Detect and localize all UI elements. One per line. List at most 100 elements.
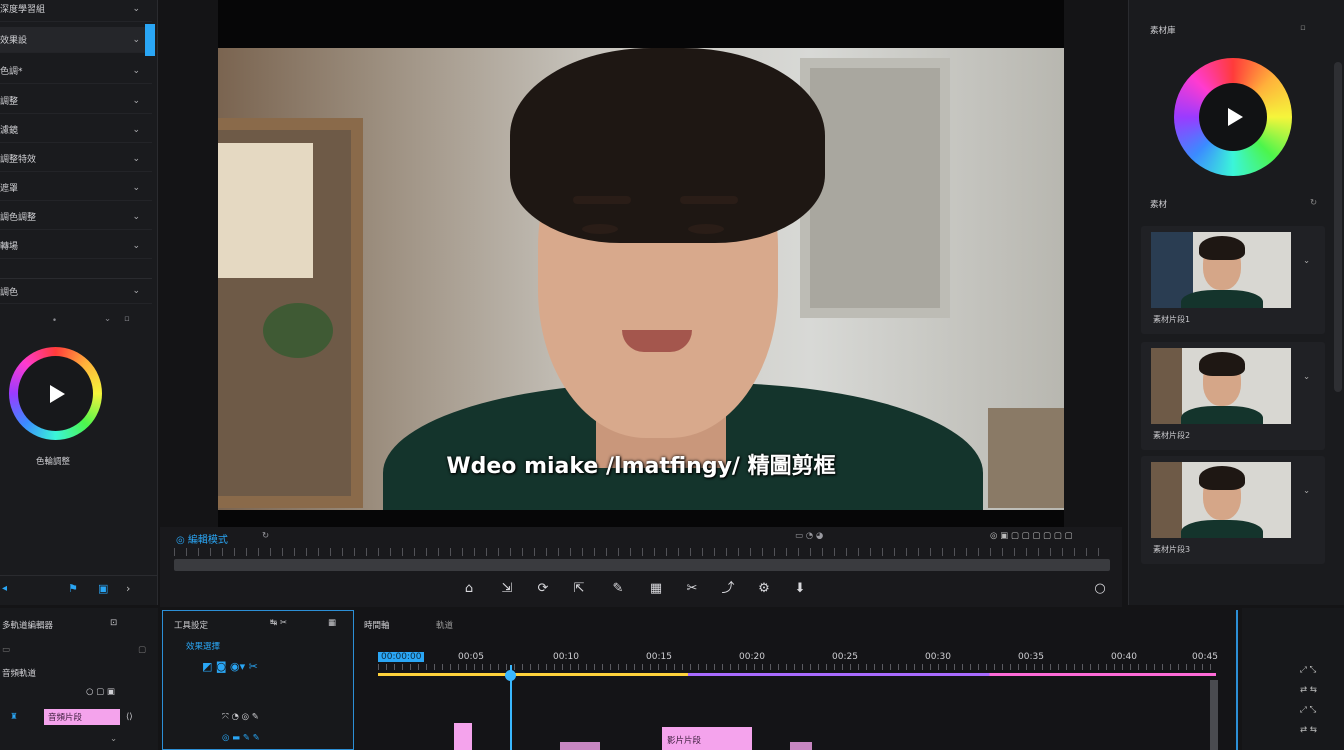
collapse-icon[interactable]: ⌄ [110, 734, 117, 744]
settings-row-label: 轉場 [0, 242, 19, 252]
timeline-marker[interactable]: 00:40 [1111, 652, 1137, 662]
timeline-marker[interactable]: 00:45 [1192, 652, 1218, 662]
settings-row-tone[interactable]: 色調* ⌄ [0, 58, 152, 84]
share-icon[interactable]: ⤴ [720, 580, 736, 598]
square-icon[interactable]: ▫ [124, 314, 130, 324]
chevron-right-icon[interactable]: › [126, 582, 130, 595]
settings-row-filter[interactable]: 濾鏡 ⌄ [0, 117, 152, 143]
timeline-marker[interactable]: 00:35 [1018, 652, 1044, 662]
right-panel-scrollbar[interactable] [1334, 62, 1342, 392]
settings-icon[interactable]: ⚙ [756, 580, 772, 598]
zoom-icon[interactable]: ○ [1092, 580, 1108, 598]
settings-row-grading[interactable]: 調色調整 ⌄ [0, 204, 152, 230]
chevron-down-icon[interactable]: ⌄ [1303, 256, 1310, 266]
chevron-down-icon[interactable]: ⌄ [1303, 372, 1310, 382]
lock-icon[interactable]: ♜ [10, 712, 18, 722]
media-thumbnail [1151, 462, 1291, 538]
track-row-dots: ▭ [2, 645, 11, 655]
play-button[interactable] [18, 356, 93, 431]
tool-row-icons-2[interactable]: ◎ ▬ ✎ ✎ [222, 733, 260, 743]
settings-row-effects[interactable]: 效果設 ⌄ [0, 27, 152, 53]
chevron-down-icon: ⌄ [132, 182, 140, 193]
save-icon[interactable]: ▣ [98, 582, 108, 595]
media-thumb-card[interactable]: 素材片段1 ⌄ [1141, 226, 1325, 334]
grid-icon[interactable]: ▦ [328, 618, 336, 628]
timeline-marker[interactable]: 00:05 [458, 652, 484, 662]
download-icon[interactable]: ⬇ [792, 580, 808, 598]
timeline-marker[interactable]: 00:10 [553, 652, 579, 662]
grid-icon[interactable]: ▦ [648, 580, 664, 598]
timeline-marker[interactable]: 00:30 [925, 652, 951, 662]
subtitle-caption[interactable]: Wdeo miake /lmatfingy/ 精圖剪框 [218, 448, 1064, 480]
timeline-marker[interactable]: 00:25 [832, 652, 858, 662]
person-eye [688, 224, 724, 234]
video-clip[interactable] [454, 723, 472, 750]
chevron-down-icon: ⌄ [132, 286, 140, 296]
color-section-header[interactable]: 調色 ⌄ [0, 278, 152, 304]
video-clip[interactable] [790, 742, 812, 750]
settings-row-label: 效果設 [0, 36, 28, 46]
chevron-down-icon: ⌄ [132, 124, 140, 135]
video-preview[interactable]: Wdeo miake /lmatfingy/ 精圖剪框 [218, 48, 1064, 510]
color-section-title: 調色 [0, 287, 19, 298]
flag-icon[interactable]: ⚑ [68, 582, 78, 595]
settings-row-label: 調整特效 [0, 155, 37, 165]
video-clip[interactable] [560, 742, 600, 750]
right-panel-title: 素材庫 [1150, 26, 1176, 36]
settings-row-label: 深度學習組 [0, 5, 46, 15]
playhead-handle[interactable] [505, 670, 516, 681]
left-settings-panel: 深度學習組 ⌄ 效果設 ⌄ 色調* ⌄ 調整 ⌄ 濾鏡 ⌄ 調整特效 ⌄ 遮罩 … [0, 0, 158, 605]
tools-panel-actions[interactable]: ↹ ✂ [270, 618, 287, 628]
timeline-marker[interactable]: 00:20 [739, 652, 765, 662]
track-controls[interactable]: ○ ▢ ▣ [86, 687, 115, 697]
active-indicator [145, 24, 155, 56]
refresh-icon[interactable]: ↻ [1310, 198, 1317, 208]
expand-icon[interactable]: ⇱ [571, 580, 587, 598]
settings-row-label: 調色調整 [0, 213, 37, 223]
chevron-down-icon: ⌄ [132, 240, 140, 251]
refresh-icon[interactable]: ↻ [262, 531, 269, 541]
person-brow [573, 196, 631, 204]
timeline-marker[interactable]: 00:15 [646, 652, 672, 662]
chevron-down-icon[interactable]: ⌄ [1303, 486, 1310, 496]
effect-tool-icons[interactable]: ◩ ◙ ◉▾ ✂ [202, 660, 258, 673]
chevron-down-icon[interactable]: ⌄ [104, 314, 111, 324]
scrub-ruler [174, 548, 1110, 556]
settings-row-adjust[interactable]: 調整 ⌄ [0, 88, 152, 114]
mixer-controls[interactable]: ⤢ ⤡ ⇄ ⇆ ⤢ ⤡ ⇄ ⇆ [1300, 660, 1317, 740]
timeline-marker-active[interactable]: 00:00:00 [378, 652, 425, 662]
media-thumb-card[interactable]: 素材片段3 ⌄ [1141, 456, 1325, 564]
menu-icon[interactable]: ▫ [1300, 23, 1306, 33]
effects-subtitle[interactable]: 效果選擇 [186, 640, 220, 652]
chevron-down-icon: ⌄ [132, 211, 140, 222]
rotate-icon[interactable]: ⟳ [535, 580, 551, 598]
media-play-button[interactable] [1199, 83, 1267, 151]
play-icon [1227, 108, 1243, 126]
edit-mode-label[interactable]: ◎ 編輯模式 [176, 531, 228, 546]
settings-row-fx[interactable]: 調整特效 ⌄ [0, 146, 152, 172]
timeline-color-track[interactable] [378, 673, 1216, 676]
track-collapse-icon[interactable]: ▢ [138, 645, 146, 655]
media-color-wheel[interactable] [1174, 58, 1292, 176]
scrub-bar[interactable] [174, 559, 1110, 571]
settings-row-deep-learning[interactable]: 深度學習組 ⌄ [0, 0, 152, 22]
person-eye [582, 224, 618, 234]
panel-toggle-icon[interactable]: ⊡ [110, 618, 117, 628]
color-wheel[interactable] [9, 347, 102, 440]
home-icon[interactable]: ⌂ [461, 580, 477, 598]
settings-row-label: 濾鏡 [0, 126, 19, 136]
tool-row-icons[interactable]: ⤧ ◔ ◎ ✎ [222, 712, 259, 722]
cut-icon[interactable]: ✂ [684, 580, 700, 598]
person-brow [680, 196, 738, 204]
person-mouth [622, 330, 692, 352]
media-thumb-card[interactable]: 素材片段2 ⌄ [1141, 342, 1325, 450]
viewer-controls-icons[interactable]: ◎ ▣ ▢ ▢ ▢ ▢ ▢ ▢ [990, 531, 1073, 541]
pen-icon[interactable]: ✎ [610, 580, 626, 598]
thumb-hair [1199, 236, 1245, 260]
settings-row-transition[interactable]: 轉場 ⌄ [0, 233, 152, 259]
media-section-label: 素材 [1150, 200, 1168, 210]
timeline-scrollbar[interactable] [1210, 680, 1218, 750]
audio-icon[interactable]: ◂ [2, 583, 7, 594]
settings-row-mask[interactable]: 遮罩 ⌄ [0, 175, 152, 201]
crop-icon[interactable]: ⇲ [499, 580, 515, 598]
